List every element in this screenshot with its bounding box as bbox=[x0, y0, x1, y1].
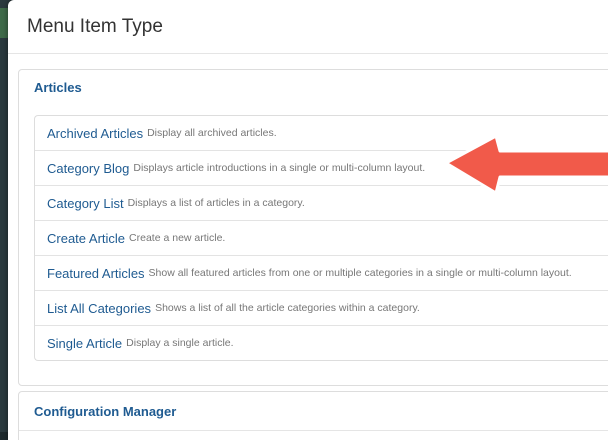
menu-item-category-list[interactable]: Category List bbox=[47, 196, 124, 211]
panel-heading-articles: Articles bbox=[19, 70, 608, 104]
modal-header: Menu Item Type bbox=[8, 0, 608, 54]
menu-item-list-all-categories[interactable]: List All Categories bbox=[47, 301, 151, 316]
panel-heading-configuration-manager: Configuration Manager bbox=[19, 392, 608, 430]
menu-item-create-article[interactable]: Create Article bbox=[47, 231, 125, 246]
menu-item-description: Display a single article. bbox=[126, 337, 234, 349]
menu-item-description: Displays a list of articles in a categor… bbox=[127, 197, 305, 209]
list-item: List All Categories Shows a list of all … bbox=[35, 291, 608, 326]
menu-item-featured-articles[interactable]: Featured Articles bbox=[47, 266, 145, 281]
list-item: Category Blog Displays article introduct… bbox=[35, 151, 608, 186]
list-item: Create Article Create a new article. bbox=[35, 221, 608, 256]
menu-item-single-article[interactable]: Single Article bbox=[47, 336, 122, 351]
menu-item-category-blog[interactable]: Category Blog bbox=[47, 161, 129, 176]
menu-item-description: Shows a list of all the article categori… bbox=[155, 302, 420, 314]
list-item: Category List Displays a list of article… bbox=[35, 186, 608, 221]
list-item: Single Article Display a single article. bbox=[35, 326, 608, 360]
section-toggle-configuration-manager[interactable]: Configuration Manager bbox=[34, 404, 176, 419]
list-item: Archived Articles Display all archived a… bbox=[35, 116, 608, 151]
panel-articles: Articles Archived Articles Display all a… bbox=[18, 69, 608, 386]
section-toggle-articles[interactable]: Articles bbox=[34, 80, 82, 95]
menu-item-archived-articles[interactable]: Archived Articles bbox=[47, 126, 143, 141]
modal-body[interactable]: Articles Archived Articles Display all a… bbox=[8, 54, 608, 440]
menu-item-type-modal: Menu Item Type Articles Archived Article… bbox=[8, 0, 608, 440]
menu-item-description: Display all archived articles. bbox=[147, 127, 277, 139]
list-item: Featured Articles Show all featured arti… bbox=[35, 256, 608, 291]
menu-item-description: Show all featured articles from one or m… bbox=[148, 267, 572, 279]
modal-title: Menu Item Type bbox=[27, 16, 163, 37]
menu-item-description: Create a new article. bbox=[129, 232, 226, 244]
panel-configuration-manager: Configuration Manager bbox=[18, 391, 608, 440]
menu-item-list: Archived Articles Display all archived a… bbox=[34, 115, 608, 361]
divider bbox=[19, 430, 608, 431]
menu-item-description: Displays article introductions in a sing… bbox=[133, 162, 426, 174]
